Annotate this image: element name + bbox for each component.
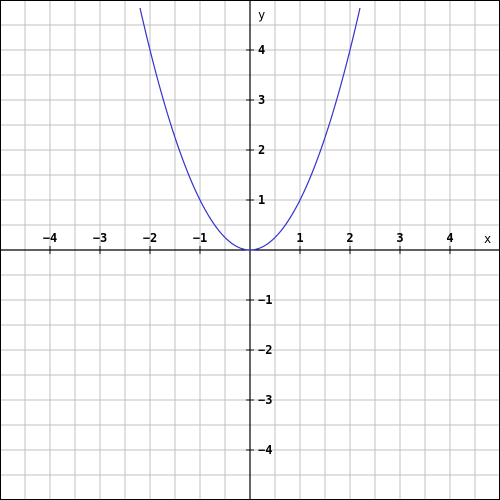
- x-tick-label: −1: [193, 231, 207, 245]
- y-tick-label: −2: [258, 343, 272, 357]
- y-tick-label: −3: [258, 393, 272, 407]
- y-tick-label: 2: [258, 143, 265, 157]
- x-tick-label: 3: [396, 231, 403, 245]
- x-axis-label: x: [484, 232, 491, 246]
- y-tick-label: 4: [258, 43, 265, 57]
- y-tick-label: 1: [258, 193, 265, 207]
- y-tick-label: 3: [258, 93, 265, 107]
- x-tick-label: −2: [143, 231, 157, 245]
- x-tick-label: 1: [296, 231, 303, 245]
- y-tick-label: −4: [258, 443, 272, 457]
- graph-plot: x y −4 −3 −2 −1 1 2 3 4 4 3 2 1 −1 −2 −3 −4: [0, 0, 500, 500]
- x-tick-label: −4: [43, 231, 57, 245]
- x-tick-label: −3: [93, 231, 107, 245]
- y-tick-label: −1: [258, 293, 272, 307]
- x-tick-label: 2: [346, 231, 353, 245]
- y-axis-label: y: [258, 8, 265, 22]
- x-tick-label: 4: [446, 231, 453, 245]
